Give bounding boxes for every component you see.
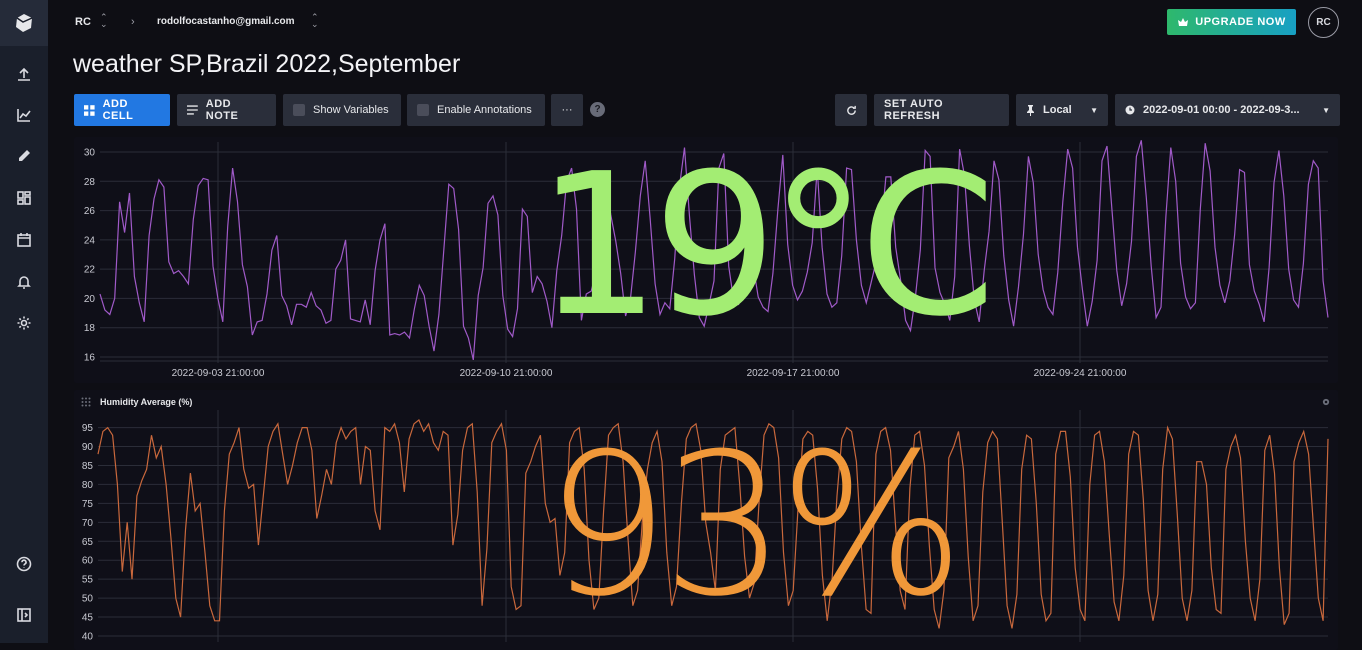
pencil-icon[interactable]	[0, 138, 48, 174]
y-tick-label: 18	[84, 323, 96, 334]
help-icon[interactable]: ?	[590, 102, 605, 117]
add-cell-label: ADD CELL	[102, 98, 134, 122]
y-tick-label: 50	[82, 594, 94, 605]
expand-sidebar-icon[interactable]	[0, 597, 48, 633]
page-title[interactable]: weather SP,Brazil 2022,September	[73, 50, 460, 79]
y-tick-label: 55	[82, 575, 94, 586]
add-note-button[interactable]: ADD NOTE	[177, 94, 276, 126]
show-variables-label: Show Variables	[313, 104, 389, 116]
y-tick-label: 20	[84, 294, 96, 305]
y-tick-label: 30	[84, 148, 96, 159]
y-tick-label: 24	[84, 235, 96, 246]
show-variables-checkbox[interactable]	[293, 104, 305, 116]
y-tick-label: 80	[82, 480, 94, 491]
timezone-dropdown[interactable]: Local ▼	[1016, 94, 1108, 126]
y-tick-label: 40	[82, 632, 94, 643]
y-tick-label: 16	[84, 353, 96, 364]
left-nav	[0, 0, 48, 643]
x-tick-label: 2022-09-24 21:00:00	[1034, 368, 1127, 379]
crown-icon	[1178, 18, 1189, 26]
add-cell-button[interactable]: ADD CELL	[74, 94, 170, 126]
y-tick-label: 95	[82, 423, 94, 434]
y-tick-label: 70	[82, 518, 94, 529]
y-tick-label: 90	[82, 442, 94, 453]
y-tick-label: 75	[82, 499, 94, 510]
time-range-label: 2022-09-01 00:00 - 2022-09-3...	[1143, 104, 1300, 116]
temperature-single-stat: 19°C	[536, 132, 996, 360]
logo-icon[interactable]	[0, 0, 48, 46]
timezone-label: Local	[1043, 104, 1072, 116]
auto-refresh-button[interactable]: SET AUTO REFRESH	[874, 94, 1009, 126]
time-range-dropdown[interactable]: 2022-09-01 00:00 - 2022-09-3... ▼	[1115, 94, 1340, 126]
chart-line-icon[interactable]	[0, 97, 48, 133]
y-tick-label: 85	[82, 461, 94, 472]
org-chevron-icon[interactable]: ⌃ ⌄	[100, 13, 108, 29]
avatar[interactable]: RC	[1308, 7, 1339, 38]
x-tick-label: 2022-09-17 21:00:00	[747, 368, 840, 379]
upload-icon[interactable]	[0, 56, 48, 92]
y-tick-label: 45	[82, 613, 94, 624]
upgrade-label: UPGRADE NOW	[1195, 16, 1286, 28]
gear-icon[interactable]	[0, 305, 48, 341]
enable-annotations-checkbox[interactable]	[417, 104, 429, 116]
y-tick-label: 26	[84, 206, 96, 217]
calendar-icon[interactable]	[0, 222, 48, 258]
note-icon	[187, 105, 198, 115]
top-bar: RC ⌃ ⌄ › rodolfocastanho@gmail.com ⌃ ⌄	[48, 0, 1362, 46]
add-note-label: ADD NOTE	[205, 98, 239, 122]
breadcrumb-separator-icon: ›	[131, 16, 135, 28]
y-tick-label: 28	[84, 177, 96, 188]
clock-icon	[1125, 105, 1135, 115]
more-options-button[interactable]: ···	[551, 94, 583, 126]
grid-icon	[84, 104, 95, 116]
refresh-icon	[846, 105, 856, 115]
upgrade-button[interactable]: UPGRADE NOW	[1167, 9, 1296, 35]
show-variables-toggle[interactable]: Show Variables	[283, 94, 401, 126]
dashboards-icon[interactable]	[0, 180, 48, 216]
y-tick-label: 65	[82, 537, 94, 548]
enable-annotations-label: Enable Annotations	[437, 104, 532, 116]
bell-icon[interactable]	[0, 264, 48, 300]
account-switcher[interactable]: rodolfocastanho@gmail.com	[157, 16, 295, 27]
y-tick-label: 60	[82, 556, 94, 567]
x-tick-label: 2022-09-03 21:00:00	[172, 368, 265, 379]
account-chevron-icon[interactable]: ⌃ ⌄	[311, 13, 319, 29]
chevron-down-icon: ▼	[1322, 105, 1330, 115]
x-tick-label: 2022-09-10 21:00:00	[460, 368, 553, 379]
y-tick-label: 22	[84, 265, 96, 276]
humidity-single-stat: 93%	[545, 412, 965, 640]
refresh-button[interactable]	[835, 94, 867, 126]
auto-refresh-label: SET AUTO REFRESH	[884, 98, 944, 122]
chevron-down-icon: ▼	[1090, 105, 1098, 115]
pin-icon	[1027, 104, 1034, 116]
enable-annotations-toggle[interactable]: Enable Annotations	[407, 94, 545, 126]
help-icon[interactable]	[0, 546, 48, 582]
org-switcher[interactable]: RC	[75, 16, 91, 28]
more-options-label: ···	[561, 104, 573, 116]
